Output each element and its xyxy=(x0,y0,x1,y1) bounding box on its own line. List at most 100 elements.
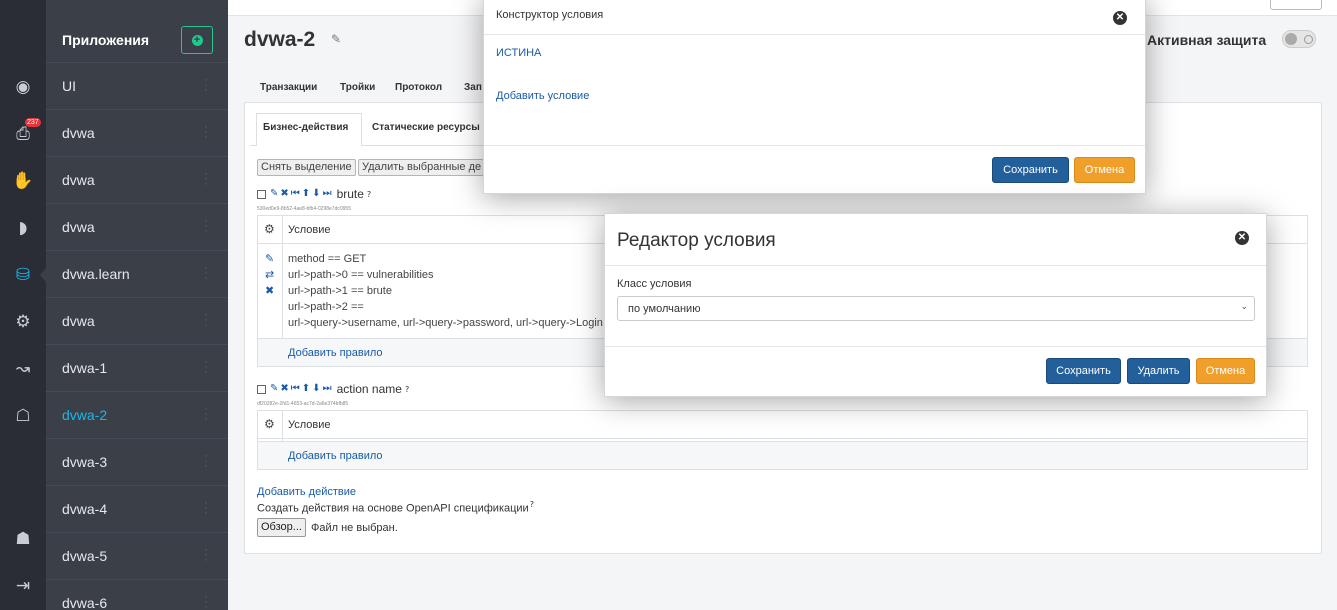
more-options-icon[interactable]: · · · xyxy=(201,449,211,471)
tab-protocol[interactable]: Протокол xyxy=(395,82,442,93)
signal-icon[interactable]: ◗ xyxy=(0,216,46,240)
more-options-icon[interactable]: · · · xyxy=(201,590,211,610)
app-item-label: dvwa-2 xyxy=(62,407,108,423)
delete-icon[interactable]: ✖ xyxy=(280,188,288,200)
action-checkbox[interactable] xyxy=(257,189,266,199)
cancel-button[interactable]: Отмена xyxy=(1196,358,1255,384)
tab-business-actions[interactable]: Бизнес-действия xyxy=(263,122,348,133)
close-icon[interactable]: ✕ xyxy=(1235,231,1249,245)
move-up-icon[interactable]: ⬆ xyxy=(302,383,310,395)
save-button[interactable]: Сохранить xyxy=(992,157,1069,183)
more-options-icon[interactable]: · · · xyxy=(201,308,211,330)
condition-expression-link[interactable]: ИСТИНА xyxy=(496,47,541,59)
icon-rail: ◉ ⎙ 237 ✋ ◗ ⛁ ⚙ ↝ ☖ ☗ ⇥ xyxy=(0,0,46,610)
delete-rule-icon[interactable]: ✖ xyxy=(265,285,274,297)
move-first-icon[interactable]: ⏮ xyxy=(291,188,300,200)
condition-class-label: Класс условия xyxy=(617,278,692,290)
page-title: dvwa-2 xyxy=(244,28,316,51)
more-options-icon[interactable]: · · · xyxy=(201,355,211,377)
modal-divider xyxy=(484,145,1145,146)
app-item[interactable]: dvwa-4 · · · xyxy=(46,485,228,532)
more-options-icon[interactable]: · · · xyxy=(201,496,211,518)
condition-class-value: по умолчанию xyxy=(628,303,701,315)
browse-button[interactable]: Обзор... xyxy=(257,518,306,537)
notifications-icon[interactable]: ⎙ 237 xyxy=(0,118,46,146)
app-item[interactable]: dvwa-6 · · · xyxy=(46,579,228,610)
rule-line: url->path->1 == brute xyxy=(288,285,392,297)
action-guid: 530ed0e9-8b52-4ae8-bfb4-0298e7dc0955 xyxy=(257,206,351,212)
more-options-icon[interactable]: · · · xyxy=(201,120,211,142)
eye-icon[interactable]: ◉ xyxy=(0,75,46,99)
move-up-icon[interactable]: ⬆ xyxy=(302,188,310,200)
delete-button[interactable]: Удалить xyxy=(1127,358,1190,384)
app-item[interactable]: dvwa · · · xyxy=(46,297,228,344)
top-bar-button[interactable] xyxy=(1270,0,1322,10)
swap-rule-icon[interactable]: ⇄ xyxy=(265,269,274,281)
more-options-icon[interactable]: · · · xyxy=(201,167,211,189)
openapi-label: Создать действия на основе OpenAPI специ… xyxy=(257,500,534,515)
add-rule-link[interactable]: Добавить правило xyxy=(288,347,383,359)
add-app-button[interactable]: + xyxy=(181,26,213,54)
rule-line: url->path->0 == vulnerabilities xyxy=(288,269,434,281)
analytics-icon[interactable]: ↝ xyxy=(0,357,46,381)
app-item[interactable]: dvwa-5 · · · xyxy=(46,532,228,579)
learning-icon[interactable]: ☖ xyxy=(0,404,46,428)
help-icon[interactable]: ? xyxy=(405,385,409,394)
condition-class-select[interactable]: по умолчанию ⌄ xyxy=(617,296,1255,321)
delete-selected-button[interactable]: Удалить выбранные де xyxy=(358,159,484,176)
app-item[interactable]: dvwa.learn · · · xyxy=(46,250,228,297)
condition-table-header: ⚙ Условие xyxy=(258,411,1307,439)
move-down-icon[interactable]: ⬇ xyxy=(312,383,320,395)
settings-gear-icon[interactable]: ⚙ xyxy=(0,310,46,334)
help-icon[interactable]: ? xyxy=(367,190,371,199)
app-item-label: dvwa xyxy=(62,172,95,188)
active-protection-toggle[interactable] xyxy=(1282,30,1316,48)
cancel-button[interactable]: Отмена xyxy=(1074,157,1135,183)
add-condition-link[interactable]: Добавить условие xyxy=(496,90,589,102)
tab-transactions[interactable]: Транзакции xyxy=(260,82,317,93)
gear-icon[interactable]: ⚙ xyxy=(264,417,275,431)
app-item[interactable]: dvwa-2 · · · xyxy=(46,391,228,438)
app-item[interactable]: UI · · · xyxy=(46,62,228,109)
pencil-icon[interactable]: ✎ xyxy=(270,188,278,200)
add-rule-row: Добавить правило xyxy=(258,441,1307,469)
action-checkbox[interactable] xyxy=(257,384,266,394)
gear-icon[interactable]: ⚙ xyxy=(264,222,275,236)
add-action-link[interactable]: Добавить действие xyxy=(257,486,356,498)
condition-column-header: Условие xyxy=(288,419,331,431)
help-icon[interactable]: ? xyxy=(530,500,534,509)
move-last-icon[interactable]: ⏭ xyxy=(323,188,332,200)
more-options-icon[interactable]: · · · xyxy=(201,402,211,424)
more-options-icon[interactable]: · · · xyxy=(201,543,211,565)
add-rule-link[interactable]: Добавить правило xyxy=(288,450,383,462)
more-options-icon[interactable]: · · · xyxy=(201,73,211,95)
app-item[interactable]: dvwa · · · xyxy=(46,156,228,203)
modal-divider xyxy=(484,34,1145,35)
close-icon[interactable]: ✕ xyxy=(1113,11,1127,25)
pencil-icon[interactable]: ✎ xyxy=(331,32,341,46)
more-options-icon[interactable]: · · · xyxy=(201,214,211,236)
hand-icon[interactable]: ✋ xyxy=(0,169,46,193)
move-first-icon[interactable]: ⏮ xyxy=(291,383,300,395)
move-down-icon[interactable]: ⬇ xyxy=(312,188,320,200)
pencil-icon[interactable]: ✎ xyxy=(270,383,278,395)
action-header: ✎ ✖ ⏮ ⬆ ⬇ ⏭ action name? xyxy=(257,382,409,396)
tab-truncated[interactable]: Зап xyxy=(464,82,482,93)
app-item-label: dvwa-4 xyxy=(62,501,108,517)
logout-icon[interactable]: ⇥ xyxy=(0,574,46,598)
save-button[interactable]: Сохранить xyxy=(1046,358,1121,384)
app-item[interactable]: dvwa-3 · · · xyxy=(46,438,228,485)
condition-column-header: Условие xyxy=(288,224,331,236)
tab-static-resources[interactable]: Статические ресурсы xyxy=(372,122,480,133)
app-item[interactable]: dvwa · · · xyxy=(46,109,228,156)
app-item[interactable]: dvwa · · · xyxy=(46,203,228,250)
delete-icon[interactable]: ✖ xyxy=(280,383,288,395)
more-options-icon[interactable]: · · · xyxy=(201,261,211,283)
tab-triples[interactable]: Тройки xyxy=(340,82,375,93)
move-last-icon[interactable]: ⏭ xyxy=(323,383,332,395)
edit-rule-icon[interactable]: ✎ xyxy=(265,253,274,265)
app-item[interactable]: dvwa-1 · · · xyxy=(46,344,228,391)
deselect-button[interactable]: Снять выделение xyxy=(257,159,356,176)
modal-title: Редактор условия xyxy=(617,230,776,251)
user-icon[interactable]: ☗ xyxy=(0,527,46,551)
